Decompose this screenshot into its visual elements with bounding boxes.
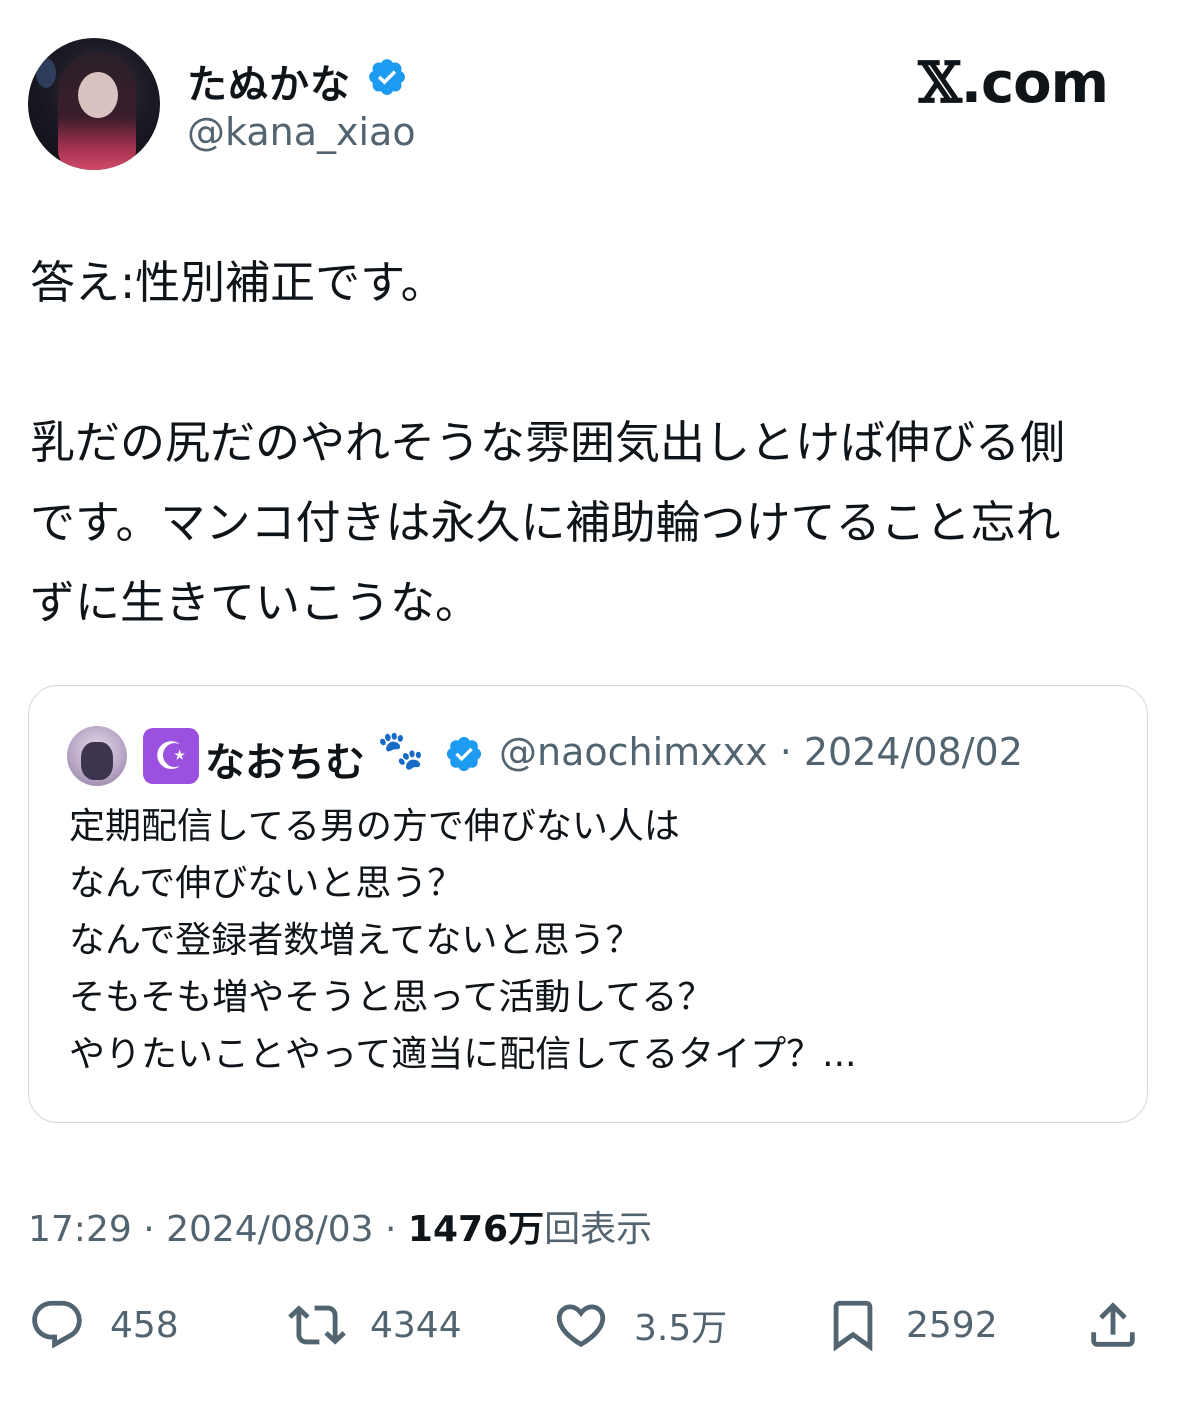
tweet-paragraph: 答え:性別補正です。 xyxy=(30,256,446,309)
like-button[interactable]: 3.5万 xyxy=(552,1293,727,1357)
tweet-paragraph: 乳だの尻だのやれそうな雰囲気出しとけば伸びる側 xyxy=(30,416,1066,469)
share-button[interactable] xyxy=(1084,1293,1142,1357)
heart-icon xyxy=(556,1304,606,1348)
tweet-paragraph: ずに生きていこうな。 xyxy=(30,576,481,629)
reply-count: 458 xyxy=(110,1304,179,1346)
view-count: 1476万 xyxy=(407,1209,545,1250)
quote-author-name[interactable]: なおちむ xyxy=(205,730,365,788)
brand-suffix: .com xyxy=(960,51,1109,116)
x-com-watermark: 𝕏.com xyxy=(918,50,1109,116)
paw-prints-icon: 🐾 xyxy=(377,728,425,772)
quote-line: そもそも増やそうと思って活動してる？ xyxy=(69,977,714,1018)
quote-line: なんで登録者数増えてないと思う？ xyxy=(69,920,642,961)
quote-author-avatar[interactable] xyxy=(67,726,127,786)
verified-badge-icon xyxy=(369,59,405,95)
repost-icon xyxy=(288,1305,346,1345)
quoted-tweet-card[interactable]: ☪ なおちむ 🐾 @naochimxxx · 2024/08/02 定期配信して… xyxy=(28,685,1148,1123)
repost-count: 4344 xyxy=(370,1304,462,1346)
quote-text: 定期配信してる男の方で伸びない人は なんで伸びないと思う？ なんで登録者数増えて… xyxy=(69,798,1109,1083)
bookmark-button[interactable]: 2592 xyxy=(824,1293,998,1357)
share-icon xyxy=(1091,1302,1135,1347)
tweet-text: 答え:性別補正です。 乳だの尻だのやれそうな雰囲気出しとけば伸びる側 です。マン… xyxy=(30,243,1150,643)
tweet-timestamp[interactable]: 17:29 · 2024/08/03 · xyxy=(28,1209,408,1250)
quote-line: やりたいことやって適当に配信してるタイプ？... xyxy=(69,1034,857,1075)
reply-icon xyxy=(32,1300,82,1349)
quote-verified-badge-icon xyxy=(446,736,482,772)
tweet-meta: 17:29 · 2024/08/03 · 1476万回表示 xyxy=(28,1200,652,1252)
repost-button[interactable]: 4344 xyxy=(288,1293,462,1357)
action-bar: 458 4344 3.5万 2592 xyxy=(0,1293,1179,1357)
tweet-paragraph: です。マンコ付きは永久に補助輪つけてること忘れ xyxy=(30,496,1061,549)
like-count: 3.5万 xyxy=(634,1308,728,1349)
author-handle[interactable]: @kana_xiao xyxy=(187,110,416,154)
crescent-star-icon: ☪ xyxy=(143,728,199,784)
quote-line: 定期配信してる男の方で伸びない人は xyxy=(69,806,680,847)
bookmark-icon xyxy=(833,1300,873,1352)
bookmark-count: 2592 xyxy=(906,1304,998,1346)
quote-handle-and-date[interactable]: @naochimxxx · 2024/08/02 xyxy=(499,730,1023,774)
author-avatar[interactable] xyxy=(28,38,160,170)
author-display-name[interactable]: たぬかな xyxy=(187,52,351,110)
tweet-header: たぬかな @kana_xiao 𝕏.com xyxy=(28,38,1148,173)
reply-button[interactable]: 458 xyxy=(28,1293,179,1357)
view-count-label: 回表示 xyxy=(544,1209,653,1250)
x-logo-icon: 𝕏 xyxy=(918,50,961,116)
quote-line: なんで伸びないと思う？ xyxy=(69,863,464,904)
